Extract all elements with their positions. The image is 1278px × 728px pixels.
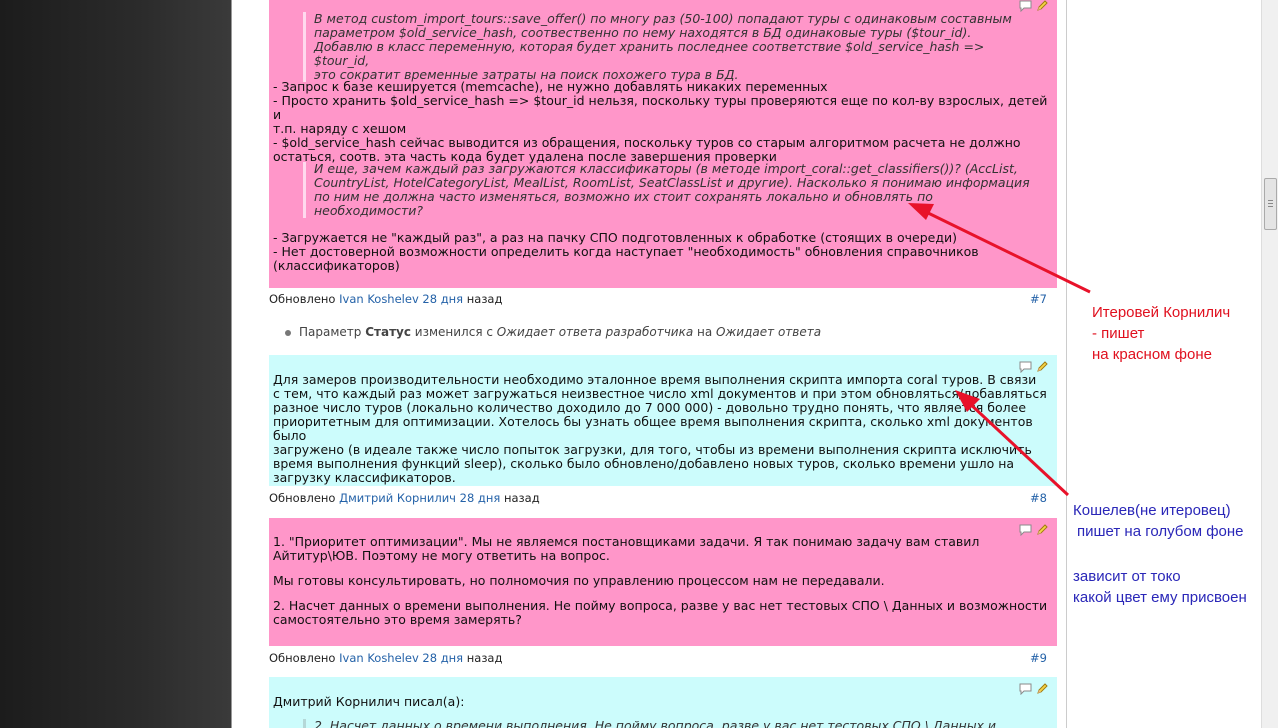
annotation-line: Кошелев(не итеровец) <box>1073 502 1231 519</box>
answer-line: т.п. наряду с хешом <box>273 121 407 136</box>
note-actions <box>1019 0 1049 12</box>
meta-prefix: Обновлено <box>269 491 336 505</box>
time-ago-link[interactable]: 28 дня <box>422 651 463 665</box>
time-ago-link[interactable]: 28 дня <box>460 491 501 505</box>
annotation-line: пишет на голубом фоне <box>1077 523 1244 540</box>
annotation-blue-2: зависит от токо какой цвет ему присвоен <box>1073 566 1247 608</box>
note-number-link[interactable]: #8 <box>1030 490 1047 506</box>
answer-line: - Запрос к базе кешируется (memcache), н… <box>273 79 828 94</box>
note-actions <box>1019 683 1049 695</box>
meta-suffix: назад <box>466 292 503 306</box>
quote-line: В метод custom_import_tours::save_offer(… <box>314 11 1012 26</box>
edit-pencil-icon[interactable] <box>1036 361 1049 373</box>
meta-prefix: Обновлено <box>269 292 336 306</box>
note-line: Мы готовы консультировать, но полномочия… <box>273 573 885 588</box>
quote-line: необходимости? <box>314 203 424 218</box>
quote-comment-icon[interactable] <box>1019 0 1032 12</box>
annotation-red: Итеровей Корнилич - пишет на красном фон… <box>1092 302 1230 365</box>
note-8: Для замеров производительности необходим… <box>269 355 1057 486</box>
answer-line: - Загружается не "каждый раз", а раз на … <box>273 230 958 245</box>
note-number-link[interactable]: #7 <box>1030 291 1047 307</box>
vertical-scrollbar[interactable] <box>1261 0 1278 728</box>
note-10: Дмитрий Корнилич писал(а): 2. Насчет дан… <box>269 677 1057 728</box>
content-right-border <box>1066 0 1067 728</box>
note-line: загрузку классификаторов. <box>273 470 456 485</box>
annotation-blue-1: Кошелев(не итеровец) пишет на голубом фо… <box>1073 500 1244 542</box>
note-line: Айтитур\ЮВ. Поэтому не могу ответить на … <box>273 548 610 563</box>
answer-line: (классификаторов) <box>273 258 400 273</box>
note-text: 1. "Приоритет оптимизации". Мы не являем… <box>273 535 1055 627</box>
edit-pencil-icon[interactable] <box>1036 0 1049 12</box>
answer-line: - $old_service_hash сейчас выводится из … <box>273 135 1021 150</box>
journal-detail: Параметр Статус изменился с Ожидает отве… <box>285 324 821 340</box>
journal-field: Статус <box>365 325 411 339</box>
thumb-grip <box>1268 200 1273 201</box>
note-9: 1. "Приоритет оптимизации". Мы не являем… <box>269 518 1057 646</box>
quote-line: И еще, зачем каждый раз загружаются клас… <box>314 161 1018 176</box>
note-line: 2. Насчет данных о времени выполнения. Н… <box>273 598 1048 613</box>
bullet-icon <box>285 329 291 336</box>
note-line: 1. "Приоритет оптимизации". Мы не являем… <box>273 534 980 549</box>
note-line: самостоятельно это время замерять? <box>273 612 522 627</box>
note-line: приоритетным для оптимизации. Хотелось б… <box>273 414 1033 443</box>
meta-suffix: назад <box>466 651 503 665</box>
annotation-line: какой цвет ему присвоен <box>1073 589 1247 606</box>
answer-line: - Нет достоверной возможности определить… <box>273 244 979 259</box>
edit-pencil-icon[interactable] <box>1036 683 1049 695</box>
meta-prefix: Обновлено <box>269 651 336 665</box>
note-number-link[interactable]: #9 <box>1030 650 1047 666</box>
quote-line: 2. Насчет данных о времени выполнения. Н… <box>314 718 997 728</box>
quote-block-1: В метод custom_import_tours::save_offer(… <box>303 12 1034 82</box>
note-line: разное число туров (локально количество … <box>273 400 1027 415</box>
journal-on: на <box>697 325 713 339</box>
quote-line: параметром $old_service_hash, соотвестве… <box>314 25 972 40</box>
journal-old-value: Ожидает ответа разработчика <box>496 325 694 339</box>
left-dark-panel <box>0 0 231 728</box>
annotation-line: Итеровей Корнилич <box>1092 304 1231 321</box>
note-meta-7: Обновлено Ivan Koshelev 28 дня назад #7 <box>269 291 1057 307</box>
note-6: В метод custom_import_tours::save_offer(… <box>269 0 1057 288</box>
note-line: загружено (в идеале также число попыток … <box>273 442 1032 457</box>
note-line: с тем, что каждый раз может загружаться … <box>273 386 1047 401</box>
journal-prefix: Параметр <box>299 325 362 339</box>
quote-line: Добавлю в класс переменную, которая буде… <box>314 39 985 68</box>
note-quote-header: Дмитрий Корнилич писал(а): <box>273 694 465 709</box>
author-link[interactable]: Дмитрий Корнилич <box>339 491 456 505</box>
annotation-line: - пишет <box>1092 325 1145 342</box>
note-meta-8: Обновлено Дмитрий Корнилич 28 дня назад … <box>269 490 1057 506</box>
quote-line: CountryList, HotelCategoryList, MealList… <box>314 175 1030 190</box>
note-meta-9: Обновлено Ivan Koshelev 28 дня назад #9 <box>269 650 1057 666</box>
thumb-grip <box>1268 206 1273 207</box>
answer-block-1: - Запрос к базе кешируется (memcache), н… <box>273 80 1053 164</box>
quote-block: 2. Насчет данных о времени выполнения. Н… <box>303 719 1054 728</box>
author-link[interactable]: Ivan Koshelev <box>339 292 419 306</box>
quote-line: по ним не должна часто изменяться, возмо… <box>314 189 933 204</box>
journal-mid: изменился с <box>414 325 493 339</box>
quote-block-2: И еще, зачем каждый раз загружаются клас… <box>303 162 1034 218</box>
meta-suffix: назад <box>503 491 540 505</box>
note-text: Для замеров производительности необходим… <box>273 373 1055 485</box>
thumb-grip <box>1268 203 1273 204</box>
note-line: время выполнения функций sleep), сколько… <box>273 456 1015 471</box>
author-link[interactable]: Ivan Koshelev <box>339 651 419 665</box>
quote-comment-icon[interactable] <box>1019 683 1032 695</box>
time-ago-link[interactable]: 28 дня <box>422 292 463 306</box>
note-line: Для замеров производительности необходим… <box>273 372 1037 387</box>
answer-block-2: - Загружается не "каждый раз", а раз на … <box>273 231 1053 273</box>
annotation-line: зависит от токо <box>1073 568 1181 585</box>
journal-new-value: Ожидает ответа <box>716 325 822 339</box>
answer-line: - Просто хранить $old_service_hash => $t… <box>273 93 1048 122</box>
scrollbar-thumb[interactable] <box>1264 178 1277 230</box>
annotation-line: на красном фоне <box>1092 346 1212 363</box>
